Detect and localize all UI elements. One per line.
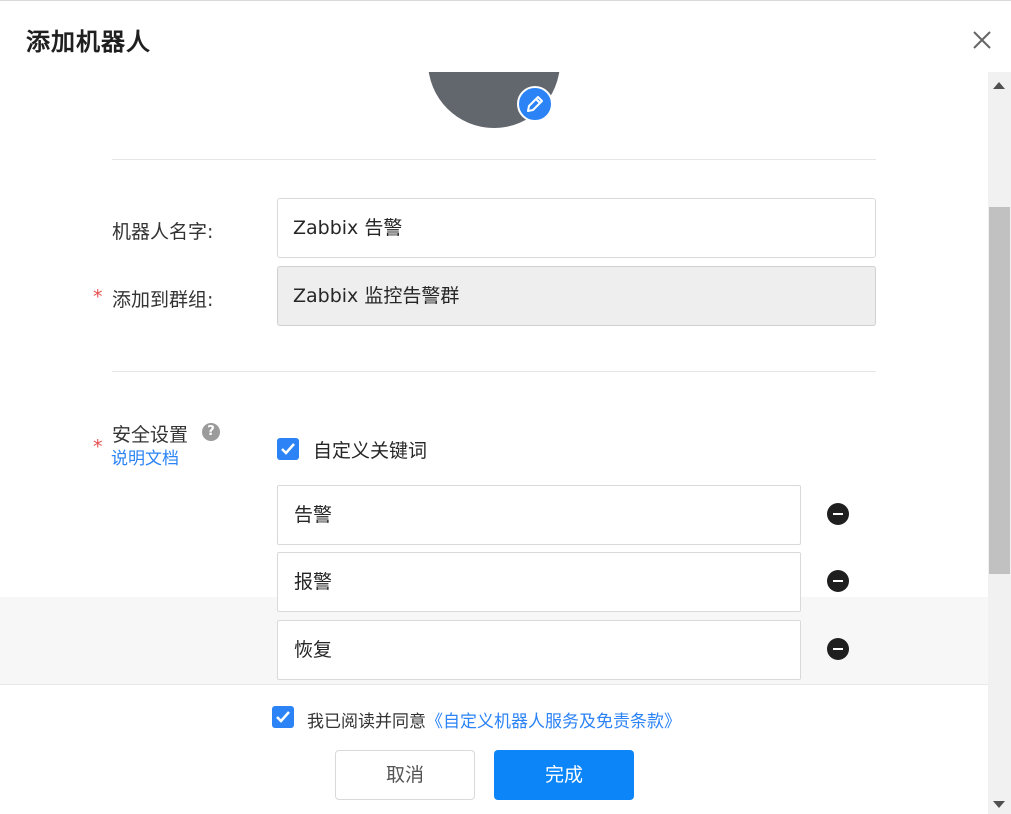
- scroll-down-arrow-icon[interactable]: [993, 801, 1005, 808]
- dialog-title: 添加机器人: [26, 28, 151, 56]
- pencil-icon: [527, 96, 543, 112]
- robot-name-label: 机器人名字:: [112, 221, 214, 243]
- question-circle-icon[interactable]: ?: [202, 423, 220, 441]
- custom-keyword-label: 自定义关键词: [313, 440, 428, 462]
- close-button[interactable]: [968, 26, 996, 54]
- agreement-text: 我已阅读并同意《自定义机器人服务及免责条款》: [307, 707, 681, 732]
- top-border: [0, 0, 1011, 1]
- divider: [112, 159, 876, 160]
- checkmark-icon: [276, 711, 290, 723]
- agreement-prefix: 我已阅读并同意: [307, 712, 426, 732]
- keyword-input[interactable]: 恢复: [277, 620, 801, 680]
- agree-checkbox[interactable]: [272, 706, 294, 728]
- group-label: 添加到群组:: [112, 289, 214, 311]
- checkmark-icon: [281, 443, 295, 455]
- group-select[interactable]: Zabbix 监控告警群: [277, 266, 876, 326]
- scroll-up-arrow-icon[interactable]: [993, 82, 1005, 89]
- keyword-input[interactable]: 告警: [277, 485, 801, 545]
- terms-link[interactable]: 《自定义机器人服务及免责条款》: [426, 712, 681, 732]
- custom-keyword-checkbox[interactable]: [277, 438, 299, 460]
- remove-keyword-button[interactable]: [827, 503, 849, 525]
- close-icon: [973, 31, 991, 49]
- divider: [112, 371, 876, 372]
- edit-avatar-button[interactable]: [517, 86, 553, 122]
- keyword-input[interactable]: 报警: [277, 552, 801, 612]
- scrollbar[interactable]: [988, 72, 1011, 814]
- required-mark: *: [93, 286, 103, 308]
- remove-keyword-button[interactable]: [827, 638, 849, 660]
- docs-link[interactable]: 说明文档: [111, 444, 179, 469]
- dialog-body: 机器人名字: Zabbix 告警 * 添加到群组: Zabbix 监控告警群 *…: [0, 72, 988, 684]
- security-settings-label: 安全设置: [112, 424, 189, 446]
- footer-divider: [0, 684, 988, 685]
- done-button[interactable]: 完成: [494, 750, 634, 800]
- required-mark: *: [93, 436, 103, 458]
- remove-keyword-button[interactable]: [827, 570, 849, 592]
- scrollbar-thumb[interactable]: [989, 207, 1010, 574]
- robot-name-input[interactable]: Zabbix 告警: [277, 198, 876, 258]
- cancel-button[interactable]: 取消: [335, 750, 475, 800]
